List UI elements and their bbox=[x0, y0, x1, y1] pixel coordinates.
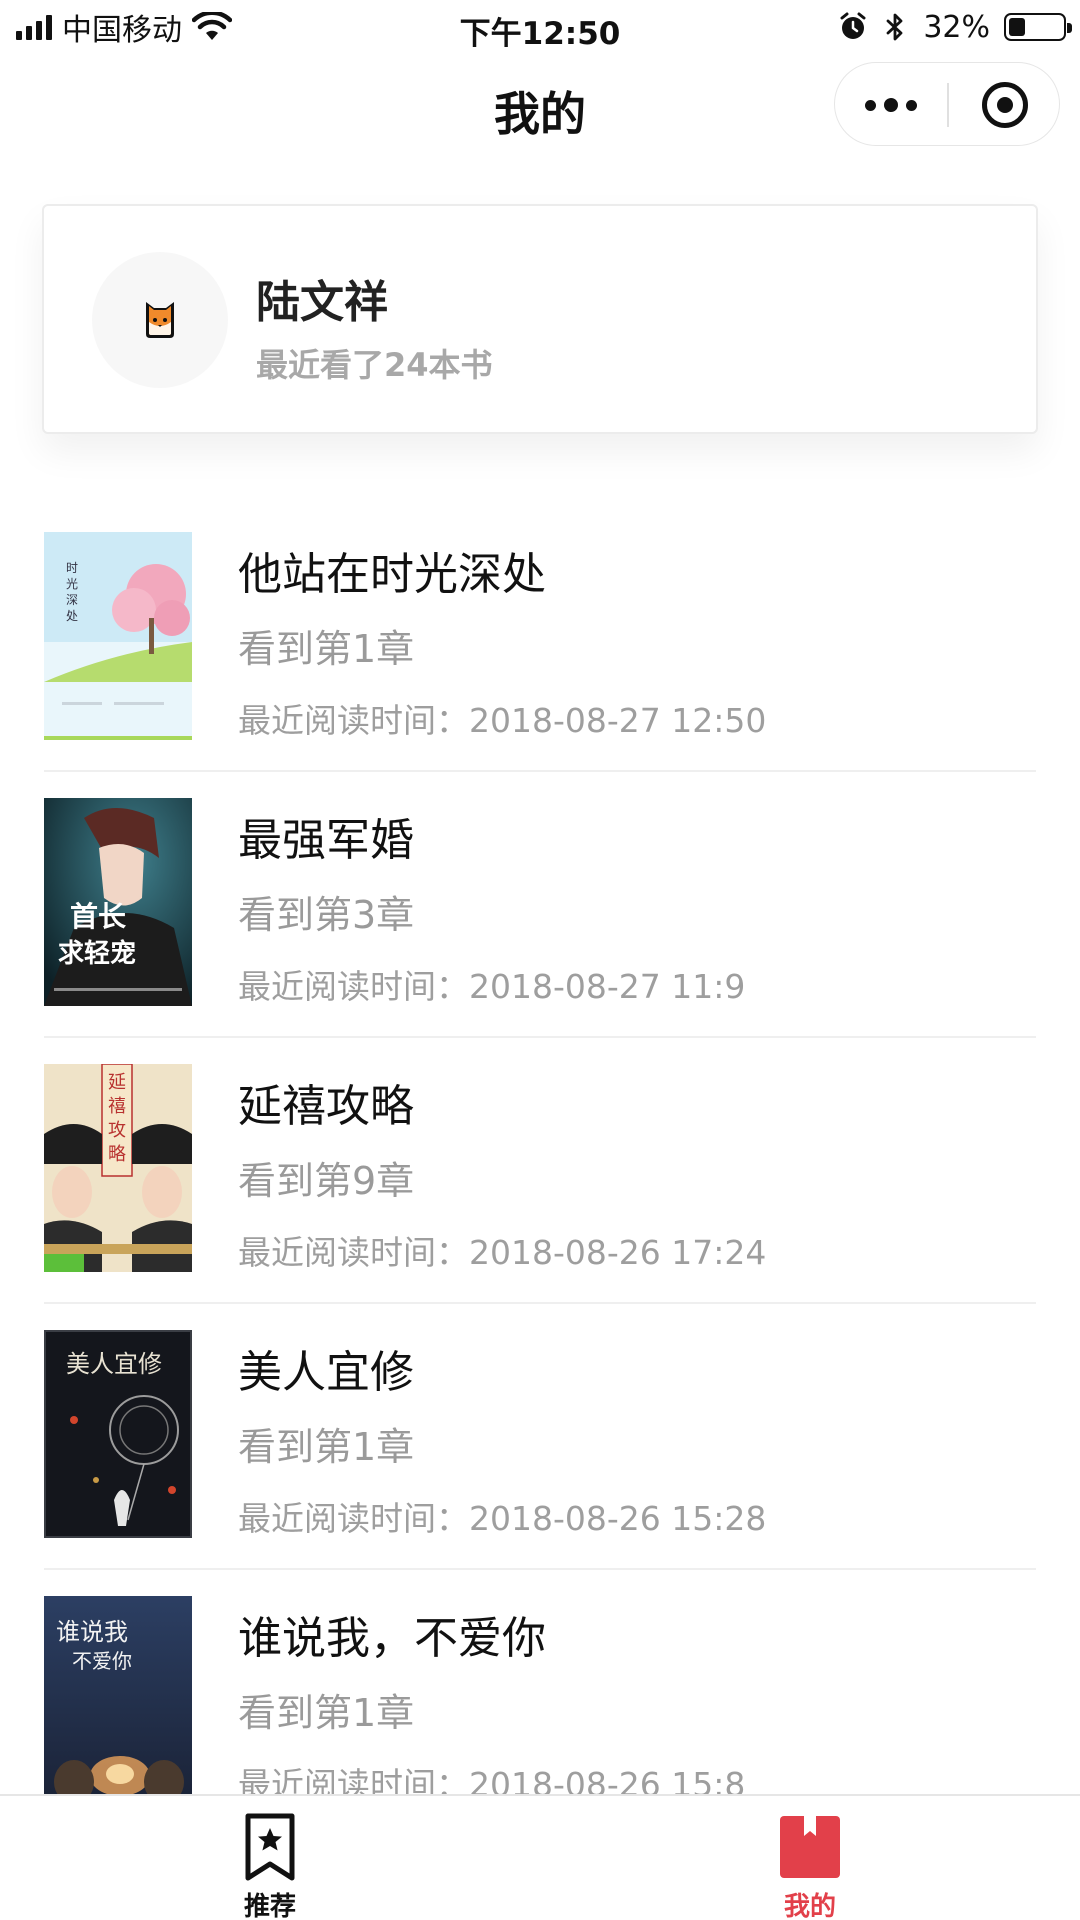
book-list-item[interactable]: 延 禧 攻 略 延禧攻略 看到第9章 最近阅读时间：2018-08-26 17:… bbox=[0, 1040, 1080, 1306]
battery-fill bbox=[1009, 18, 1025, 36]
book-title: 延禧攻略 bbox=[238, 1081, 414, 1132]
book-list-item[interactable]: 美人宜修 美人宜修 看到第1章 最近阅读时间：2018-08-26 15:28 bbox=[0, 1306, 1080, 1572]
cover-text: 处 bbox=[66, 609, 78, 623]
list-divider bbox=[44, 770, 1036, 772]
book-cover: 延 禧 攻 略 bbox=[44, 1064, 192, 1272]
bluetooth-icon bbox=[886, 13, 903, 41]
book-cover: 首长 求轻宠 bbox=[44, 798, 192, 1006]
more-dot-icon bbox=[906, 99, 917, 111]
book-chapter-progress: 看到第3章 bbox=[238, 893, 415, 937]
alarm-icon bbox=[840, 12, 866, 39]
user-name: 陆文祥 bbox=[256, 277, 388, 328]
cover-text: 延 bbox=[108, 1072, 126, 1093]
book-title: 谁说我，不爱你 bbox=[238, 1613, 546, 1664]
battery-icon bbox=[1004, 13, 1072, 41]
cover-text: 求轻宠 bbox=[58, 938, 136, 969]
book-chapter-progress: 看到第9章 bbox=[238, 1159, 415, 1203]
tab-label: 我的 bbox=[783, 1892, 836, 1920]
close-button[interactable] bbox=[949, 63, 1061, 147]
book-last-read-time: 最近阅读时间：2018-08-26 15:28 bbox=[238, 1499, 767, 1538]
book-icon bbox=[780, 1816, 840, 1878]
profile-card[interactable]: 陆文祥 最近看了24本书 bbox=[42, 204, 1038, 434]
cover-text: 攻 bbox=[108, 1120, 126, 1141]
tab-bar: 推荐 我的 bbox=[0, 1794, 1080, 1920]
cover-text: 谁说我 bbox=[56, 1618, 128, 1646]
reading-history-list: 时 光 深 处 他站在时光深处 看到第1章 最近阅读时间：2018-08-27 … bbox=[0, 508, 1080, 1838]
cover-text: 深 bbox=[66, 593, 78, 607]
book-title: 美人宜修 bbox=[238, 1347, 414, 1398]
book-title: 他站在时光深处 bbox=[238, 549, 546, 600]
book-cover: 谁说我 不爱你 bbox=[44, 1596, 192, 1804]
list-divider bbox=[44, 1568, 1036, 1570]
bookmark-star-icon bbox=[245, 1813, 295, 1881]
book-cover: 时 光 深 处 bbox=[44, 532, 192, 740]
book-chapter-progress: 看到第1章 bbox=[238, 627, 415, 671]
cover-text: 首长 bbox=[70, 900, 126, 933]
more-button[interactable] bbox=[835, 63, 947, 147]
recent-books-count: 最近看了24本书 bbox=[256, 346, 493, 384]
book-list-item[interactable]: 时 光 深 处 他站在时光深处 看到第1章 最近阅读时间：2018-08-27 … bbox=[0, 508, 1080, 774]
status-right: 32% bbox=[839, 8, 1072, 46]
tab-recommend[interactable]: 推荐 bbox=[170, 1796, 370, 1920]
list-divider bbox=[44, 1036, 1036, 1038]
book-chapter-progress: 看到第1章 bbox=[238, 1691, 415, 1735]
book-last-read-time: 最近阅读时间：2018-08-26 17:24 bbox=[238, 1233, 767, 1272]
book-title: 最强军婚 bbox=[238, 815, 414, 866]
cover-text: 禧 bbox=[108, 1096, 126, 1117]
cover-text: 时 bbox=[66, 561, 78, 575]
book-cover: 美人宜修 bbox=[44, 1330, 192, 1538]
my-page: 中国移动 下午12:50 32% 我的 陆文祥 最近看了24本书 时 光 深 处… bbox=[0, 0, 1080, 1920]
book-chapter-progress: 看到第1章 bbox=[238, 1425, 415, 1469]
list-divider bbox=[44, 1302, 1036, 1304]
book-last-read-time: 最近阅读时间：2018-08-27 12:50 bbox=[238, 701, 767, 740]
miniprogram-capsule bbox=[834, 62, 1060, 146]
cover-text: 略 bbox=[108, 1144, 126, 1165]
status-bar: 中国移动 下午12:50 32% bbox=[0, 0, 1080, 54]
book-last-read-time: 最近阅读时间：2018-08-27 11:9 bbox=[238, 967, 746, 1006]
cover-text: 美人宜修 bbox=[66, 1350, 162, 1378]
cover-text: 光 bbox=[66, 577, 78, 591]
target-icon bbox=[982, 82, 1028, 128]
cover-text: 不爱你 bbox=[72, 1649, 132, 1673]
avatar bbox=[92, 252, 228, 388]
tab-mine[interactable]: 我的 bbox=[710, 1796, 910, 1920]
book-list-item[interactable]: 首长 求轻宠 最强军婚 看到第3章 最近阅读时间：2018-08-27 11:9 bbox=[0, 774, 1080, 1040]
fox-avatar-icon bbox=[146, 302, 174, 338]
battery-percent: 32% bbox=[923, 9, 990, 45]
tab-label: 推荐 bbox=[243, 1892, 296, 1920]
more-dot-icon bbox=[865, 99, 876, 111]
more-dot-icon bbox=[884, 98, 898, 112]
